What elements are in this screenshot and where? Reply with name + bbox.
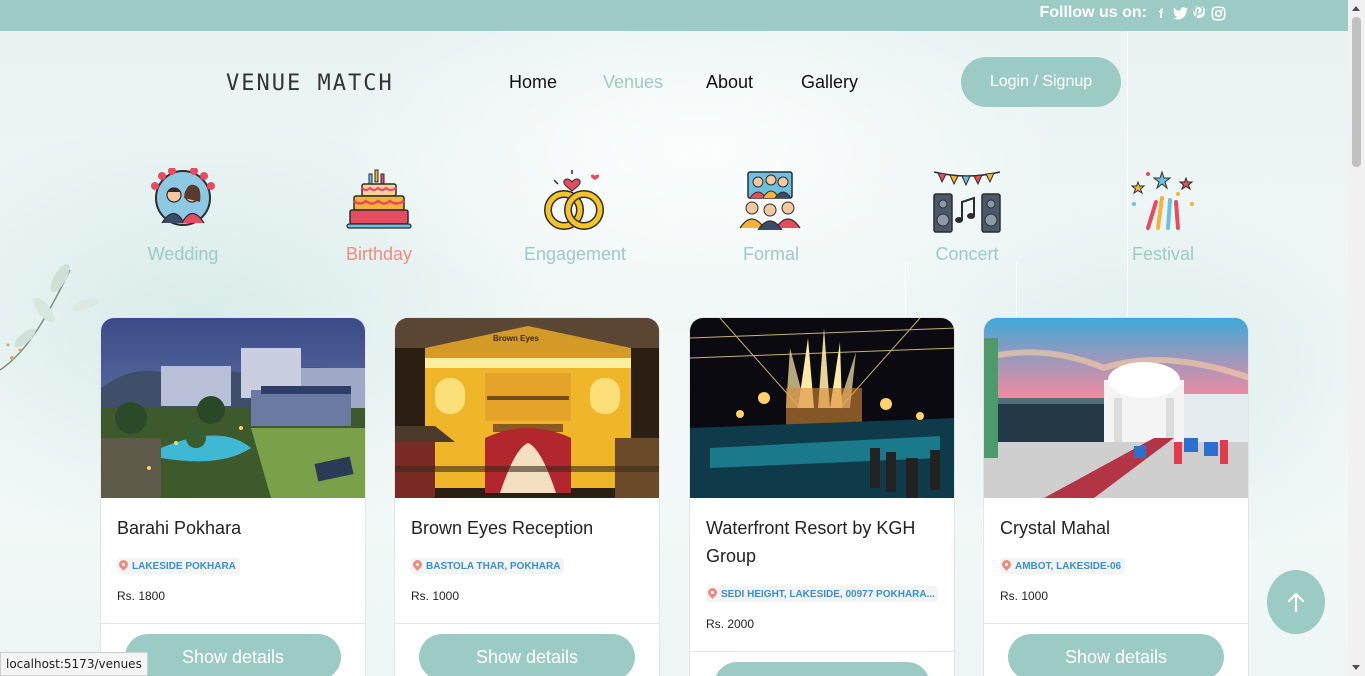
venue-image[interactable] — [690, 318, 954, 498]
wedding-couple-icon — [148, 167, 218, 238]
venue-card: Brown Eyes Brown Eyes Reception BASTOLA … — [394, 317, 660, 676]
venue-location-badge: SEDI HEIGHT, LAKESIDE, 00977 POKHARA... — [706, 586, 938, 602]
venue-price: Rs. 1000 — [1000, 589, 1049, 603]
card-divider — [101, 623, 365, 624]
category-label: Wedding — [147, 244, 219, 264]
instagram-icon[interactable] — [1210, 5, 1226, 22]
pinterest-icon[interactable] — [1191, 5, 1207, 22]
venue-card: Crystal Mahal AMBOT, LAKESIDE-06 Rs. 100… — [983, 317, 1249, 676]
location-pin-icon — [413, 560, 422, 572]
venue-name[interactable]: Crystal Mahal — [1000, 514, 1236, 542]
venue-location: SEDI HEIGHT, LAKESIDE, 00977 POKHARA... — [721, 588, 935, 600]
category-label: Engagement — [523, 244, 627, 264]
card-divider — [984, 623, 1248, 624]
category-formal[interactable]: Formal — [706, 168, 836, 265]
follow-text: Folllow us on: — [1039, 4, 1147, 21]
scroll-to-top-button[interactable] — [1267, 570, 1325, 634]
category-wedding[interactable]: Wedding — [118, 167, 248, 265]
arrow-up-icon — [1287, 592, 1305, 612]
top-bar: Folllow us on: f — [0, 0, 1348, 31]
show-details-button[interactable]: Show details — [125, 634, 341, 676]
twitter-icon[interactable] — [1172, 5, 1188, 22]
category-label: Concert — [935, 244, 999, 264]
divider-line — [1016, 262, 1017, 320]
scroll-down-arrow-icon[interactable] — [1352, 665, 1360, 670]
venue-card: Barahi Pokhara LAKESIDE POKHARA Rs. 1800… — [100, 317, 366, 676]
show-details-button[interactable]: Show details — [714, 662, 930, 676]
category-birthday[interactable]: Birthday — [314, 168, 444, 265]
scroll-thumb[interactable] — [1352, 17, 1361, 167]
site-logo[interactable]: VENUE MATCH — [226, 71, 394, 96]
brown-eyes-sign: Brown Eyes — [493, 334, 539, 343]
location-pin-icon — [1002, 560, 1011, 572]
nav-venues[interactable]: Venues — [603, 72, 663, 93]
venue-image[interactable] — [984, 318, 1248, 498]
nav-about[interactable]: About — [706, 72, 753, 93]
status-bar-url: localhost:5173/venues — [0, 652, 148, 676]
venue-price: Rs. 1000 — [411, 589, 460, 603]
show-details-button[interactable]: Show details — [419, 634, 635, 676]
concert-speakers-icon — [932, 168, 1002, 238]
card-divider — [690, 651, 954, 652]
location-pin-icon — [119, 560, 128, 572]
venue-name[interactable]: Waterfront Resort by KGH Group — [706, 514, 942, 570]
category-festival[interactable]: Festival — [1098, 168, 1228, 265]
category-label: Birthday — [345, 244, 413, 264]
birthday-cake-icon — [344, 168, 414, 238]
venue-image[interactable]: Brown Eyes — [395, 318, 659, 498]
page-scrollbar[interactable] — [1348, 0, 1365, 676]
venue-location: AMBOT, LAKESIDE-06 — [1015, 560, 1122, 572]
engagement-rings-icon — [540, 168, 610, 238]
venue-price: Rs. 2000 — [706, 617, 755, 631]
category-label: Festival — [1131, 244, 1194, 264]
facebook-icon[interactable]: f — [1153, 5, 1169, 22]
category-engagement[interactable]: Engagement — [510, 168, 640, 265]
show-details-button[interactable]: Show details — [1008, 634, 1224, 676]
venue-location-badge: BASTOLA THAR, POKHARA — [411, 558, 565, 574]
category-concert[interactable]: Concert — [902, 168, 1032, 265]
card-divider — [395, 623, 659, 624]
venue-card: Waterfront Resort by KGH Group SEDI HEIG… — [689, 317, 955, 676]
login-signup-button[interactable]: Login / Signup — [961, 57, 1121, 107]
venue-location-badge: LAKESIDE POKHARA — [117, 558, 240, 574]
follow-us: Folllow us on: f — [1039, 4, 1226, 22]
venue-name[interactable]: Brown Eyes Reception — [411, 514, 647, 542]
venue-location-badge: AMBOT, LAKESIDE-06 — [1000, 558, 1126, 574]
formal-meeting-icon — [736, 168, 806, 238]
decorative-leaves — [0, 263, 99, 371]
location-pin-icon — [708, 588, 717, 600]
scroll-up-arrow-icon[interactable] — [1352, 6, 1360, 11]
fireworks-icon — [1128, 168, 1198, 238]
divider-line — [905, 262, 906, 320]
venue-location: BASTOLA THAR, POKHARA — [426, 560, 561, 572]
category-label: Formal — [742, 244, 799, 264]
nav-home[interactable]: Home — [509, 72, 557, 93]
venue-image[interactable] — [101, 318, 365, 498]
venue-price: Rs. 1800 — [117, 589, 166, 603]
venue-name[interactable]: Barahi Pokhara — [117, 514, 353, 542]
venue-location: LAKESIDE POKHARA — [132, 560, 236, 572]
nav-gallery[interactable]: Gallery — [801, 72, 858, 93]
